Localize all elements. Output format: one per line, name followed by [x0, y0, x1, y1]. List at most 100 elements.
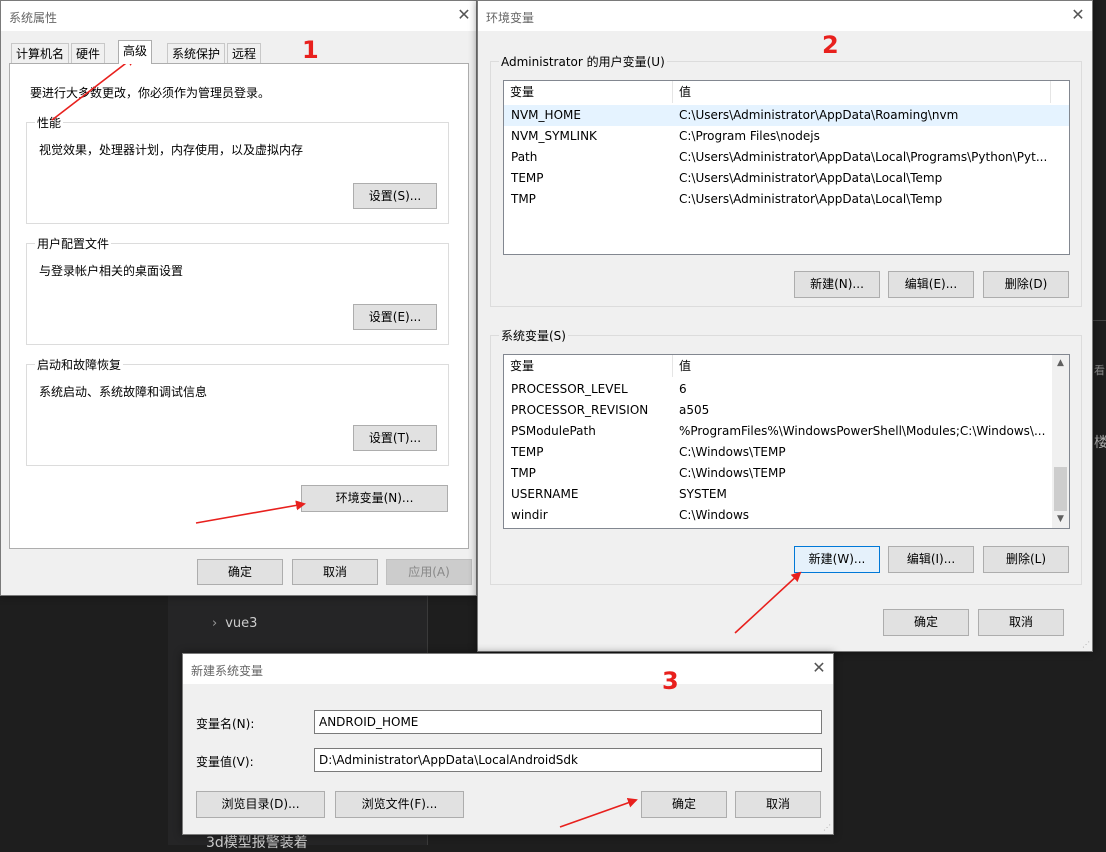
browse-file-button[interactable]: 浏览文件(F)...: [335, 791, 464, 818]
close-icon[interactable]: ✕: [454, 5, 474, 25]
user-new-button[interactable]: 新建(N)...: [794, 271, 880, 298]
background-tree-item[interactable]: › vue3: [212, 616, 257, 631]
tab-system-protection[interactable]: 系统保护: [167, 43, 226, 64]
table-row[interactable]: USERNAME SYSTEM: [504, 484, 1069, 505]
variable-name-label: 变量名(N):: [196, 717, 255, 731]
variable-value-input[interactable]: D:\Administrator\AppData\LocalAndroidSdk: [314, 748, 822, 772]
scrollbar-thumb[interactable]: [1054, 467, 1067, 511]
column-header-value[interactable]: 值: [673, 355, 1054, 377]
table-row[interactable]: PSModulePath %ProgramFiles%\WindowsPowerS…: [504, 421, 1069, 442]
user-delete-button[interactable]: 删除(D): [983, 271, 1069, 298]
user-profiles-desc: 与登录帐户相关的桌面设置: [39, 264, 184, 278]
window-title: 环境变量: [486, 11, 535, 25]
advanced-tab-panel: 要进行大多数更改，你必须作为管理员登录。 性能 视觉效果，处理器计划，内存使用，…: [9, 63, 469, 549]
user-variables-label: Administrator 的用户变量(U): [499, 53, 667, 70]
titlebar: 系统属性 ✕: [1, 1, 476, 31]
scroll-down-icon[interactable]: ▼: [1052, 511, 1069, 528]
performance-group: 性能 视觉效果，处理器计划，内存使用，以及虚拟内存 设置(S)...: [26, 114, 449, 224]
window-title: 新建系统变量: [191, 664, 264, 678]
chevron-right-icon: ›: [212, 616, 218, 631]
startup-recovery-label: 启动和故障恢复: [35, 356, 124, 373]
user-variables-list[interactable]: 变量 值 NVM_HOME C:\Users\Administrator\AppD…: [503, 80, 1070, 255]
cancel-button[interactable]: 取消: [735, 791, 821, 818]
variable-name-cell: NVM_HOME: [511, 108, 581, 122]
new-system-variable-window: 新建系统变量 ✕ 变量名(N): ANDROID_HOME 变量值(V): D:…: [182, 653, 834, 835]
variable-value-cell: C:\Users\Administrator\AppData\Local\Pro…: [679, 150, 1048, 164]
variable-name-cell: USERNAME: [511, 487, 579, 501]
table-row[interactable]: NVM_HOME C:\Users\Administrator\AppData\R…: [504, 105, 1069, 126]
user-profiles-settings-button[interactable]: 设置(E)...: [353, 304, 437, 330]
browse-directory-button[interactable]: 浏览目录(D)...: [196, 791, 325, 818]
variable-name-cell: windir: [511, 508, 548, 522]
table-row[interactable]: TEMP C:\Windows\TEMP: [504, 442, 1069, 463]
user-profiles-label: 用户配置文件: [35, 235, 112, 252]
table-row[interactable]: TMP C:\Users\Administrator\AppData\Local\…: [504, 189, 1069, 210]
admin-note: 要进行大多数更改，你必须作为管理员登录。: [30, 86, 271, 100]
environment-variables-button[interactable]: 环境变量(N)...: [301, 485, 448, 512]
system-variables-list[interactable]: 变量 值 PROCESSOR_LEVEL 6 PROCESSOR_REVISION a…: [503, 354, 1070, 529]
window-title: 系统属性: [9, 11, 58, 25]
tab-advanced[interactable]: 高级: [118, 40, 153, 64]
system-edit-button[interactable]: 编辑(I)...: [888, 546, 974, 573]
tab-hardware[interactable]: 硬件: [71, 43, 106, 64]
environment-variables-window: 环境变量 ✕ Administrator 的用户变量(U) 变量 值 NVM_H…: [477, 0, 1093, 652]
variable-name-cell: TMP: [511, 192, 536, 206]
table-row[interactable]: PROCESSOR_LEVEL 6: [504, 379, 1069, 400]
variable-value-cell: C:\Windows: [679, 508, 750, 522]
close-icon[interactable]: ✕: [809, 658, 829, 678]
step-marker-3: 3: [662, 667, 679, 695]
system-variables-scrollbar[interactable]: ▲ ▼: [1052, 355, 1069, 528]
table-row[interactable]: Path C:\Users\Administrator\AppData\Local…: [504, 147, 1069, 168]
variable-value-cell: C:\Users\Administrator\AppData\Local\Tem…: [679, 171, 943, 185]
variable-value-cell: C:\Windows\TEMP: [679, 466, 786, 480]
apply-button[interactable]: 应用(A): [386, 559, 472, 585]
variable-value-cell: a505: [679, 403, 710, 417]
background-side-fragment: 看: [1094, 364, 1105, 377]
variable-name-cell: PROCESSOR_LEVEL: [511, 382, 628, 396]
column-header-variable[interactable]: 变量: [504, 355, 673, 377]
user-edit-button[interactable]: 编辑(E)...: [888, 271, 974, 298]
column-header-value[interactable]: 值: [673, 81, 1051, 103]
variable-name-cell: TEMP: [511, 171, 544, 185]
ok-button[interactable]: 确定: [641, 791, 727, 818]
scroll-up-icon[interactable]: ▲: [1052, 355, 1069, 372]
variable-value-cell: C:\Users\Administrator\AppData\Local\Tem…: [679, 192, 943, 206]
variable-value-cell: C:\Users\Administrator\AppData\Roaming\n…: [679, 108, 959, 122]
variable-value-cell: SYSTEM: [679, 487, 727, 501]
close-icon[interactable]: ✕: [1068, 5, 1088, 25]
ok-button[interactable]: 确定: [883, 609, 969, 636]
resize-grip-icon[interactable]: ⋰: [823, 823, 831, 832]
tab-computer-name[interactable]: 计算机名: [11, 43, 70, 64]
variable-name-cell: PROCESSOR_REVISION: [511, 403, 649, 417]
variable-name-cell: TMP: [511, 466, 536, 480]
background-side-fragment: 楼: [1094, 435, 1106, 451]
background-tree-item-cut: 3d模型报警装着: [206, 835, 308, 851]
table-row[interactable]: TMP C:\Windows\TEMP: [504, 463, 1069, 484]
ok-button[interactable]: 确定: [197, 559, 283, 585]
user-profiles-group: 用户配置文件 与登录帐户相关的桌面设置 设置(E)...: [26, 235, 449, 345]
tab-remote[interactable]: 远程: [227, 43, 262, 64]
system-new-button[interactable]: 新建(W)...: [794, 546, 880, 573]
variable-name-cell: PSModulePath: [511, 424, 596, 438]
system-delete-button[interactable]: 删除(L): [983, 546, 1069, 573]
column-header-variable[interactable]: 变量: [504, 81, 673, 103]
step-marker-1: 1: [302, 36, 319, 64]
cancel-button[interactable]: 取消: [292, 559, 378, 585]
resize-grip-icon[interactable]: ⋰: [1082, 640, 1090, 649]
performance-desc: 视觉效果，处理器计划，内存使用，以及虚拟内存: [39, 143, 304, 157]
titlebar: 新建系统变量 ✕: [183, 654, 833, 684]
step-marker-2: 2: [822, 31, 839, 59]
variable-value-cell: C:\Windows\TEMP: [679, 445, 786, 459]
table-row[interactable]: windir C:\Windows: [504, 505, 1069, 526]
performance-label: 性能: [35, 114, 64, 131]
table-row[interactable]: TEMP C:\Users\Administrator\AppData\Local…: [504, 168, 1069, 189]
table-row[interactable]: PROCESSOR_REVISION a505: [504, 400, 1069, 421]
table-row[interactable]: NVM_SYMLINK C:\Program Files\nodejs: [504, 126, 1069, 147]
variable-name-cell: NVM_SYMLINK: [511, 129, 597, 143]
performance-settings-button[interactable]: 设置(S)...: [353, 183, 437, 209]
variable-name-input[interactable]: ANDROID_HOME: [314, 710, 822, 734]
startup-settings-button[interactable]: 设置(T)...: [353, 425, 437, 451]
variable-value-cell: %ProgramFiles%\WindowsPowerShell\Modules…: [679, 424, 1046, 438]
cancel-button[interactable]: 取消: [978, 609, 1064, 636]
variable-value-cell: 6: [679, 382, 687, 396]
